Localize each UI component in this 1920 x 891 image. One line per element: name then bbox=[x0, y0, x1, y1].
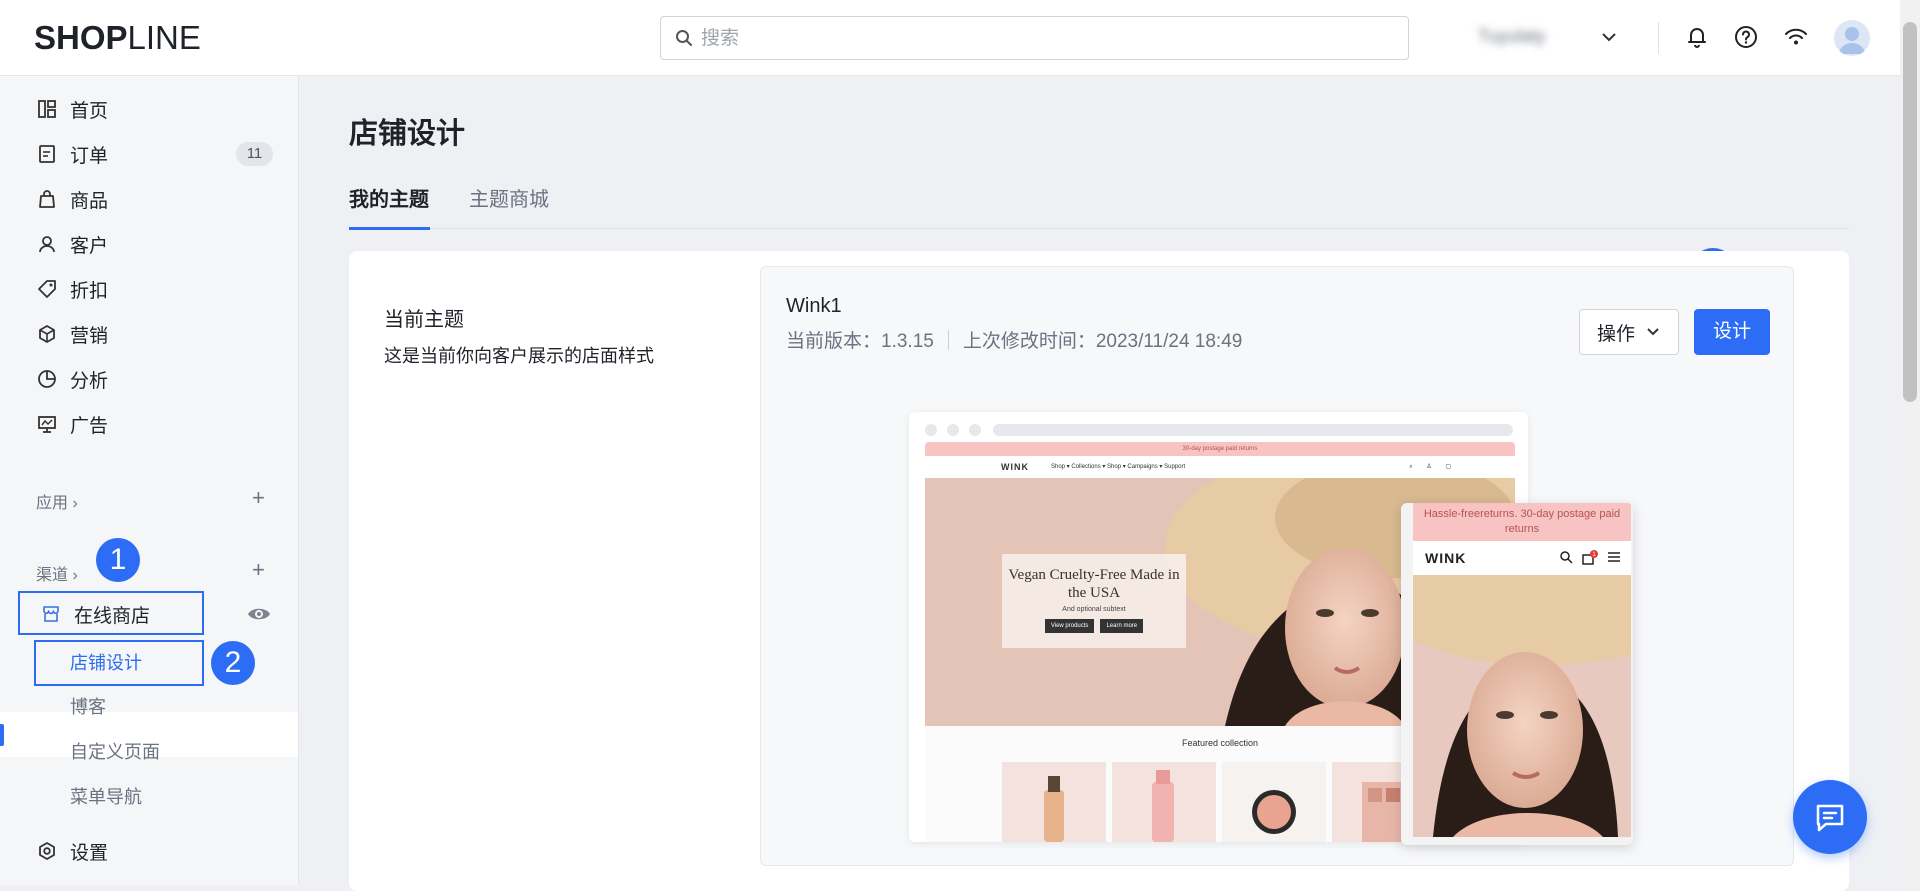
chat-support-button[interactable] bbox=[1793, 780, 1867, 854]
step-1-marker: 1 bbox=[96, 538, 140, 582]
tab-divider bbox=[349, 228, 1849, 229]
sidebar-item-settings[interactable]: 设置 bbox=[34, 833, 108, 869]
sidebar-item-orders[interactable]: 订单 bbox=[34, 136, 108, 172]
current-theme-description: 这是当前你向客户展示的店面样式 bbox=[384, 346, 654, 366]
theme-modified: 上次修改时间：2023/11/24 18:49 bbox=[962, 331, 1243, 352]
step-2-marker: 2 bbox=[211, 641, 255, 685]
tab-my-themes[interactable]: 我的主题 bbox=[349, 183, 429, 212]
wifi-icon[interactable] bbox=[1783, 24, 1809, 50]
page-title: 店铺设计 bbox=[349, 118, 466, 150]
preview-brand: WINK bbox=[1001, 462, 1029, 472]
menu-icon bbox=[1608, 552, 1620, 562]
channels-section-label[interactable]: 渠道 › bbox=[36, 561, 78, 585]
operations-dropdown-button[interactable]: 操作 bbox=[1579, 309, 1679, 355]
user-icon bbox=[34, 231, 60, 257]
preview-product-3 bbox=[1222, 762, 1326, 842]
mobile-nav-icons: 1 bbox=[1559, 550, 1621, 566]
add-app-icon[interactable]: + bbox=[252, 487, 265, 509]
window-dots bbox=[925, 424, 981, 436]
preview-nav: WINK Shop ▾ Collections ▾ Shop ▾ Campaig… bbox=[925, 456, 1515, 478]
sidebar-item-marketing[interactable]: 营销 bbox=[34, 316, 108, 352]
sidebar-item-discounts[interactable]: 折扣 bbox=[34, 271, 108, 307]
mobile-preview: Hassle-freereturns. 30-day postage paid … bbox=[1401, 503, 1633, 845]
tag-icon bbox=[34, 276, 60, 302]
highlight-store-design bbox=[34, 640, 204, 686]
sidebar-subitem-custom-pages[interactable]: 自定义页面 bbox=[70, 738, 160, 764]
mobile-brand: WINK bbox=[1425, 550, 1467, 566]
theme-version: 当前版本：1.3.15 bbox=[786, 331, 934, 352]
top-header: SHOPLINE Tuyulaty bbox=[0, 0, 1900, 76]
eye-icon[interactable] bbox=[247, 604, 271, 624]
add-channel-icon[interactable]: + bbox=[252, 559, 265, 581]
bag-icon bbox=[34, 186, 60, 212]
sidebar-item-customers[interactable]: 客户 bbox=[34, 226, 108, 262]
active-indicator bbox=[0, 724, 4, 746]
search-input[interactable] bbox=[699, 25, 1383, 53]
meta-separator bbox=[947, 329, 949, 350]
sidebar-item-products[interactable]: 商品 bbox=[34, 181, 108, 217]
preview-promo-bar: 30-day postage paid returns bbox=[925, 442, 1515, 456]
preview-view-products: View products bbox=[1044, 619, 1095, 633]
bell-icon[interactable] bbox=[1684, 24, 1710, 50]
theme-name: Wink1 bbox=[786, 295, 842, 317]
order-icon bbox=[34, 141, 60, 167]
tab-theme-store[interactable]: 主题商城 bbox=[469, 183, 549, 212]
pie-icon bbox=[34, 366, 60, 392]
header-divider bbox=[1658, 22, 1659, 54]
dashboard-icon bbox=[34, 96, 60, 122]
cube-icon bbox=[34, 321, 60, 347]
orders-count-badge: 11 bbox=[236, 142, 273, 166]
mobile-promo-bar: Hassle-freereturns. 30-day postage paid … bbox=[1413, 503, 1631, 541]
current-theme-title: 当前主题 bbox=[384, 309, 464, 331]
chat-icon bbox=[1816, 804, 1844, 832]
sidebar-item-analytics[interactable]: 分析 bbox=[34, 361, 108, 397]
mobile-hero bbox=[1413, 575, 1631, 837]
chevron-down-icon bbox=[1647, 328, 1659, 336]
sidebar-item-ads[interactable]: 广告 bbox=[34, 406, 108, 442]
cart-icon: 1 bbox=[1582, 550, 1598, 565]
sidebar-subitem-blog[interactable]: 博客 bbox=[70, 693, 106, 719]
preview-learn-more: Learn more bbox=[1100, 619, 1144, 633]
mobile-hero-image bbox=[1413, 575, 1631, 837]
tab-active-underline bbox=[349, 227, 430, 230]
help-icon[interactable] bbox=[1733, 24, 1759, 50]
preview-product-2 bbox=[1112, 762, 1216, 842]
sidebar-subitem-menu-nav[interactable]: 菜单导航 bbox=[70, 783, 142, 809]
preview-hero-title: Vegan Cruelty-Free Made in the USA bbox=[1008, 567, 1180, 601]
apps-section-label[interactable]: 应用 › bbox=[36, 489, 78, 513]
design-button[interactable]: 设计 bbox=[1694, 309, 1770, 355]
search-box[interactable] bbox=[660, 16, 1409, 60]
gear-icon bbox=[34, 838, 60, 864]
sidebar-item-home[interactable]: 首页 bbox=[34, 91, 108, 127]
preview-hero-sub: And optional subtext bbox=[1062, 606, 1126, 613]
highlight-online-store bbox=[18, 591, 204, 635]
avatar[interactable] bbox=[1834, 20, 1870, 56]
preview-hero-box: Vegan Cruelty-Free Made in the USA And o… bbox=[1002, 554, 1186, 648]
shopline-logo[interactable]: SHOPLINE bbox=[34, 18, 201, 58]
store-name[interactable]: Tuyulaty bbox=[1478, 26, 1545, 47]
search-icon bbox=[1560, 551, 1573, 564]
preview-url-bar bbox=[993, 424, 1513, 436]
preview-nav-icons: ⌕ ♙ ▢ bbox=[1409, 464, 1457, 470]
chevron-down-icon[interactable] bbox=[1600, 28, 1618, 46]
mobile-nav: WINK 1 bbox=[1413, 541, 1631, 575]
search-icon bbox=[675, 29, 693, 47]
theme-meta: 当前版本：1.3.15 上次修改时间：2023/11/24 18:49 bbox=[786, 326, 1242, 353]
scrollbar-thumb[interactable] bbox=[1903, 22, 1917, 402]
preview-product-1 bbox=[1002, 762, 1106, 842]
preview-nav-links: Shop ▾ Collections ▾ Shop ▾ Campaigns ▾ … bbox=[1051, 464, 1186, 470]
ad-icon bbox=[34, 411, 60, 437]
